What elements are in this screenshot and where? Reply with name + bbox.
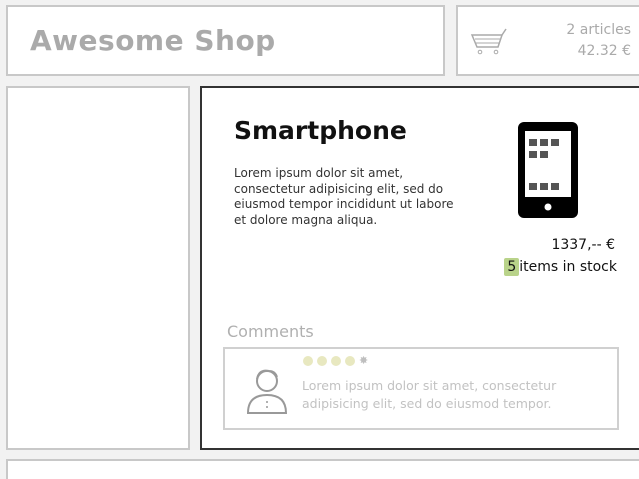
stock-info: 5 items in stock bbox=[504, 258, 617, 276]
cart-total: 42.32 € bbox=[577, 43, 631, 59]
rating-star-filled bbox=[317, 356, 327, 366]
stock-count-badge: 5 bbox=[504, 258, 520, 276]
comments-heading: Comments bbox=[227, 322, 314, 341]
cart-article-count: 2 articles bbox=[566, 22, 631, 38]
smartphone-icon bbox=[518, 122, 578, 218]
rating-star-filled bbox=[303, 356, 313, 366]
stock-label: items in stock bbox=[519, 259, 617, 275]
cart-widget[interactable]: 2 articles 42.32 € bbox=[456, 5, 639, 76]
rating-star-filled bbox=[345, 356, 355, 366]
product-description: Lorem ipsum dolor sit amet, consectetur … bbox=[234, 166, 454, 227]
sidebar bbox=[6, 86, 190, 450]
product-price: 1337,-- € bbox=[551, 237, 615, 253]
comment-rating: ✸ bbox=[303, 354, 369, 367]
comment-item: ✸ Lorem ipsum dolor sit amet, consectetu… bbox=[223, 347, 619, 430]
shopping-cart-icon[interactable] bbox=[470, 27, 512, 57]
product-panel: Smartphone Lorem ipsum dolor sit amet, c… bbox=[200, 86, 639, 450]
header: Awesome Shop bbox=[6, 5, 445, 76]
rating-star-filled bbox=[331, 356, 341, 366]
rating-star-empty-icon: ✸ bbox=[359, 354, 369, 367]
comment-text: Lorem ipsum dolor sit amet, consectetur … bbox=[302, 378, 557, 411]
shop-title[interactable]: Awesome Shop bbox=[30, 24, 276, 57]
user-avatar-icon bbox=[246, 369, 288, 414]
product-name: Smartphone bbox=[234, 116, 407, 145]
footer bbox=[6, 459, 639, 479]
